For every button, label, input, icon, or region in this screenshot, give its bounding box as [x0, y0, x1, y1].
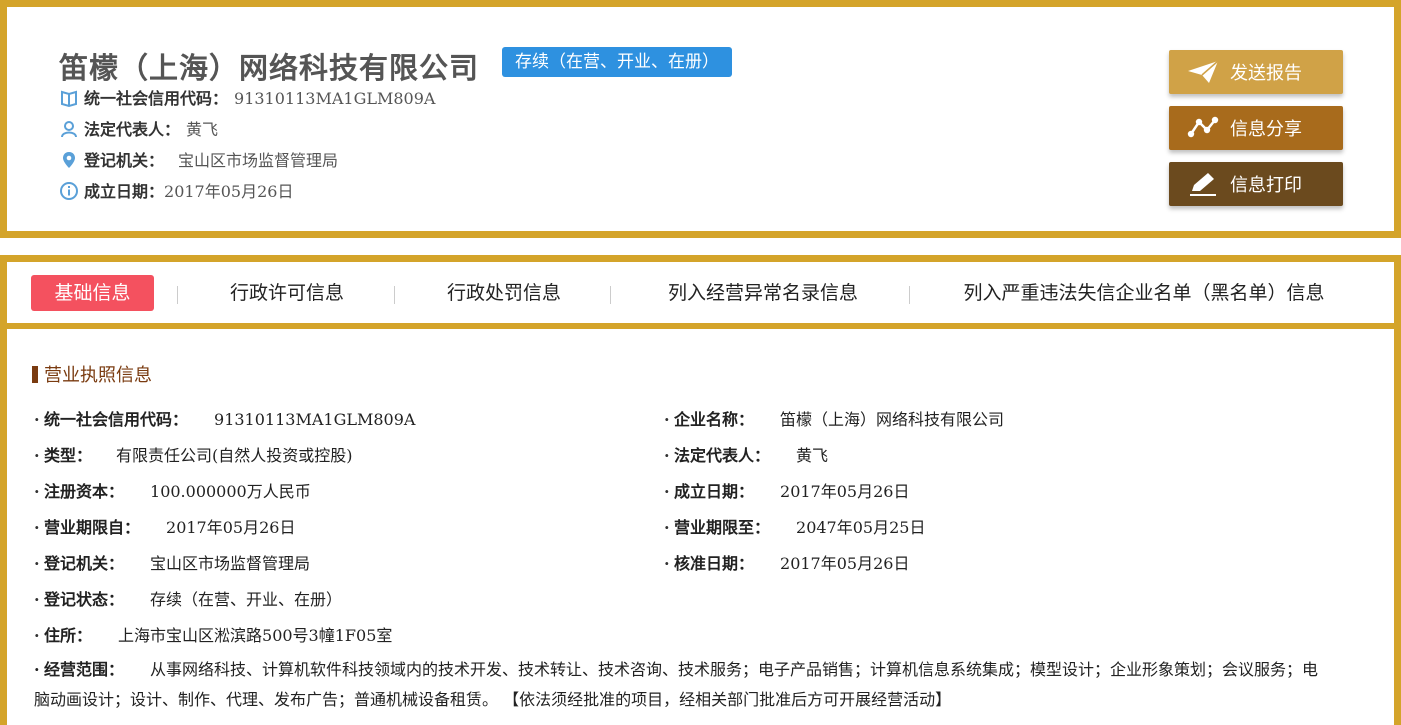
field-credit-code: · 统一社会信用代码： 91310113MA1GLM809A [34, 410, 416, 429]
field-key: 类型： [44, 446, 93, 465]
pencil-icon [1186, 170, 1220, 198]
field-key: 登记状态： [44, 590, 125, 609]
send-report-label: 发送报告 [1230, 63, 1302, 84]
section-marker [32, 366, 38, 383]
field-value: 2047年05月25日 [796, 518, 926, 537]
print-info-label: 信息打印 [1230, 175, 1302, 196]
reg-authority-label: 登记机关： [84, 151, 165, 170]
section-title: 营业执照信息 [32, 365, 152, 387]
tab-admin-penalty[interactable]: 行政处罚信息 [430, 275, 578, 311]
field-value: 笛檬（上海）网络科技有限公司 [780, 410, 1005, 429]
field-value: 91310113MA1GLM809A [214, 410, 416, 429]
field-value: 100.000000万人民币 [150, 482, 311, 501]
tab-divider [394, 286, 395, 304]
person-icon [59, 119, 79, 139]
field-founded: · 成立日期： 2017年05月26日 [664, 482, 910, 501]
field-key: 营业期限自： [44, 518, 141, 537]
founded-value: 2017年05月26日 [164, 182, 294, 201]
field-key: 经营范围： [44, 660, 125, 679]
field-approval-date: · 核准日期： 2017年05月26日 [664, 554, 910, 573]
founded-line: 成立日期：2017年05月26日 [59, 180, 293, 204]
field-value: 2017年05月26日 [780, 554, 910, 573]
tab-basic-info[interactable]: 基础信息 [31, 275, 154, 311]
field-address: · 住所： 上海市宝山区淞滨路500号3幢1F05室 [34, 626, 393, 645]
share-info-button[interactable]: 信息分享 [1169, 106, 1343, 150]
reg-authority-value: 宝山区市场监督管理局 [178, 151, 339, 170]
field-type: · 类型： 有限责任公司(自然人投资或控股) [34, 446, 353, 465]
field-reg-authority: · 登记机关： 宝山区市场监督管理局 [34, 554, 311, 573]
field-reg-capital: · 注册资本： 100.000000万人民币 [34, 482, 311, 501]
field-key: 核准日期： [674, 554, 755, 573]
field-company-name: · 企业名称： 笛檬（上海）网络科技有限公司 [664, 410, 1005, 429]
legal-rep-value: 黄飞 [186, 120, 219, 139]
field-value: 2017年05月26日 [780, 482, 910, 501]
field-key: 成立日期： [674, 482, 755, 501]
field-value: 2017年05月26日 [166, 518, 296, 537]
founded-label: 成立日期： [84, 182, 165, 201]
field-value: 存续（在营、开业、在册） [150, 590, 343, 609]
section-title-text: 营业执照信息 [44, 365, 152, 386]
info-tabs: 基础信息 行政许可信息 行政处罚信息 列入经营异常名录信息 列入严重违法失信企业… [7, 262, 1394, 329]
company-header-card: 笛檬（上海）网络科技有限公司 存续（在营、开业、在册） 统一社会信用代码： 913… [0, 0, 1401, 238]
field-key: 登记机关： [44, 554, 125, 573]
field-legal-rep: · 法定代表人： 黄飞 [664, 446, 829, 465]
field-key: 法定代表人： [674, 446, 771, 465]
book-icon [59, 88, 79, 108]
field-value: 宝山区市场监督管理局 [150, 554, 311, 573]
paper-plane-icon [1186, 58, 1220, 86]
field-value: 上海市宝山区淞滨路500号3幢1F05室 [118, 626, 393, 645]
company-name: 笛檬（上海）网络科技有限公司 [59, 51, 480, 85]
field-term-from: · 营业期限自： 2017年05月26日 [34, 518, 296, 537]
field-value: 黄飞 [796, 446, 829, 465]
info-icon [59, 181, 79, 201]
reg-authority-line: 登记机关： 宝山区市场监督管理局 [59, 149, 338, 173]
field-value: 从事网络科技、计算机软件科技领域内的技术开发、技术转让、技术咨询、技术服务；电子… [34, 660, 1319, 709]
field-business-scope: · 经营范围： 从事网络科技、计算机软件科技领域内的技术开发、技术转让、技术咨询、技… [34, 660, 1319, 709]
tab-divider [177, 286, 178, 304]
print-info-button[interactable]: 信息打印 [1169, 162, 1343, 206]
credit-code-value: 91310113MA1GLM809A [234, 89, 436, 108]
share-icon [1186, 114, 1220, 142]
credit-code-line: 统一社会信用代码： 91310113MA1GLM809A [59, 87, 435, 111]
field-key: 注册资本： [44, 482, 125, 501]
send-report-button[interactable]: 发送报告 [1169, 50, 1343, 94]
status-badge: 存续（在营、开业、在册） [502, 47, 732, 77]
tab-blacklist[interactable]: 列入严重违法失信企业名单（黑名单）信息 [944, 275, 1344, 311]
field-reg-status: · 登记状态： 存续（在营、开业、在册） [34, 590, 343, 609]
detail-card: 基础信息 行政许可信息 行政处罚信息 列入经营异常名录信息 列入严重违法失信企业… [0, 255, 1401, 725]
tab-abnormal-operation[interactable]: 列入经营异常名录信息 [647, 275, 879, 311]
legal-rep-label: 法定代表人： [84, 120, 181, 139]
tab-divider [610, 286, 611, 304]
field-key: 统一社会信用代码： [44, 410, 189, 429]
legal-rep-line: 法定代表人： 黄飞 [59, 118, 218, 142]
field-key: 营业期限至： [674, 518, 771, 537]
tab-divider [909, 286, 910, 304]
share-info-label: 信息分享 [1230, 119, 1302, 140]
location-pin-icon [59, 150, 79, 170]
field-term-to: · 营业期限至： 2047年05月25日 [664, 518, 926, 537]
tab-admin-license[interactable]: 行政许可信息 [213, 275, 361, 311]
field-key: 企业名称： [674, 410, 755, 429]
field-key: 住所： [44, 626, 93, 645]
field-value: 有限责任公司(自然人投资或控股) [116, 446, 353, 465]
credit-code-label: 统一社会信用代码： [84, 89, 229, 108]
